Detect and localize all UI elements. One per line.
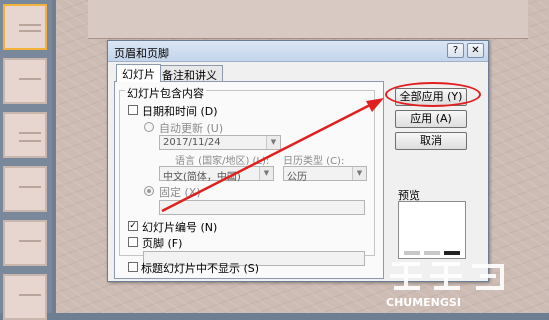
tab-slide[interactable]: 幻灯片 xyxy=(116,64,161,82)
watermark-text: CHUMENGSI xyxy=(386,296,461,309)
watermark-logo: CHUMENGSI xyxy=(380,258,530,310)
arrow-shaft xyxy=(161,102,373,213)
watermark-glyph-icon: CHUMENGSI xyxy=(386,262,504,309)
arrow-head xyxy=(366,98,384,112)
